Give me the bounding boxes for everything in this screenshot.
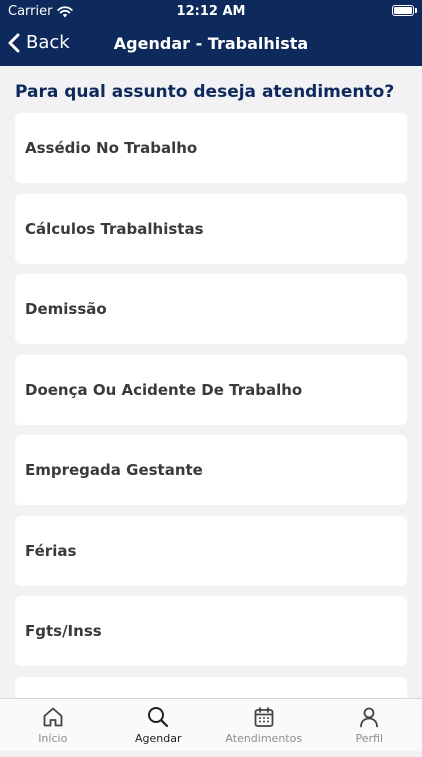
status-bar: Carrier 12:12 AM (0, 0, 422, 22)
battery-tip (415, 8, 417, 13)
subject-label: Fgts/Inss (25, 622, 102, 640)
back-label: Back (26, 32, 70, 53)
back-button[interactable]: Back (8, 32, 70, 53)
subject-label: Férias (25, 542, 76, 560)
tab-atendimentos[interactable]: Atendimentos (211, 699, 317, 751)
home-icon (41, 705, 65, 729)
subject-prompt: Para qual assunto deseja atendimento? (15, 82, 394, 102)
tab-label: Atendimentos (225, 732, 302, 745)
tab-perfil[interactable]: Perfil (317, 699, 422, 751)
subject-item[interactable]: Doença Ou Acidente De Trabalho (15, 355, 407, 425)
subject-item[interactable]: Férias (15, 516, 407, 586)
search-icon (146, 705, 170, 729)
subject-label: Demissão (25, 300, 107, 318)
subject-item[interactable]: Fgts/Inss (15, 596, 407, 666)
battery-icon (392, 5, 414, 16)
subject-item[interactable]: Empregada Gestante (15, 435, 407, 505)
subject-label: Cálculos Trabalhistas (25, 220, 204, 238)
app-header: Carrier 12:12 AM Back Agendar - Trabalhi… (0, 0, 422, 66)
tab-label: Início (38, 732, 67, 745)
tab-bar: Início Agendar Atendimentos Perfil (0, 698, 422, 751)
calendar-icon (252, 705, 276, 729)
person-icon (357, 705, 381, 729)
subject-label: Assédio No Trabalho (25, 139, 197, 157)
tab-label: Perfil (355, 732, 383, 745)
status-time: 12:12 AM (0, 4, 422, 19)
tab-agendar[interactable]: Agendar (106, 699, 212, 751)
subject-item[interactable]: Demissão (15, 274, 407, 344)
subject-item[interactable]: Cálculos Trabalhistas (15, 194, 407, 264)
tab-inicio[interactable]: Início (0, 699, 106, 751)
subject-label: Doença Ou Acidente De Trabalho (25, 381, 302, 399)
subject-list: Assédio No Trabalho Cálculos Trabalhista… (15, 113, 407, 757)
tab-label: Agendar (135, 732, 182, 745)
chevron-left-icon (8, 33, 20, 53)
nav-bar: Back Agendar - Trabalhista (0, 22, 422, 66)
subject-item[interactable]: Assédio No Trabalho (15, 113, 407, 183)
subject-label: Empregada Gestante (25, 461, 203, 479)
